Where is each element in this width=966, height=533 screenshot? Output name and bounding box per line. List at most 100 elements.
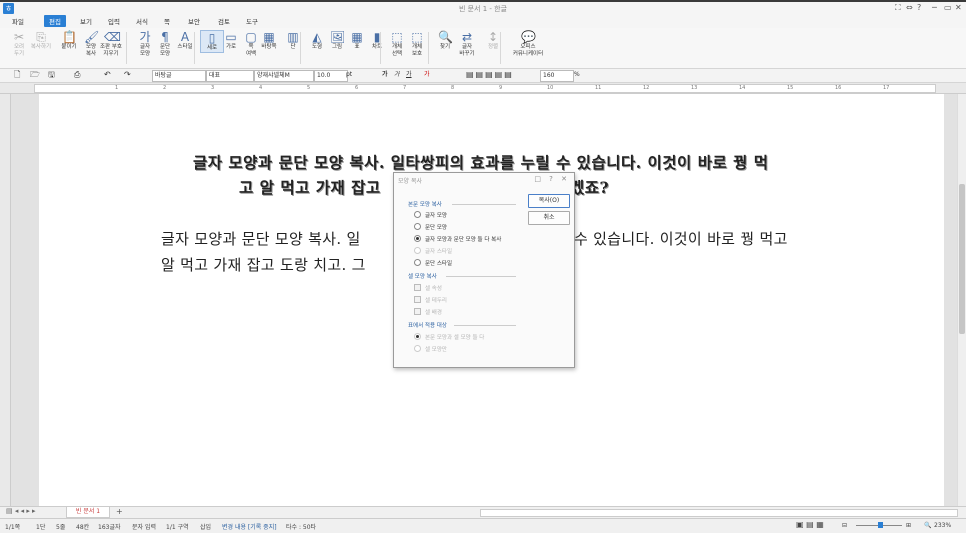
ribbon-icon-9: ▭: [225, 30, 237, 44]
dialog-controls[interactable]: □ ? ✕: [534, 175, 570, 183]
ribbon-label-5: 글자 모양: [139, 44, 151, 57]
menu-format[interactable]: 서식: [136, 16, 148, 26]
vertical-scrollbar[interactable]: [957, 94, 966, 506]
maximize-icon[interactable]: ▭: [944, 3, 952, 12]
menu-edit[interactable]: 편집: [44, 15, 66, 27]
ribbon-button-20[interactable]: ⇄ 글자 바꾸기: [456, 30, 478, 58]
option-para-style[interactable]: 문단 스타일: [414, 259, 452, 267]
status-insert[interactable]: 삽입: [200, 522, 211, 531]
menu-page[interactable]: 쪽: [164, 16, 170, 26]
underline-button[interactable]: 가: [406, 70, 412, 80]
menu-review[interactable]: 검토: [218, 16, 230, 26]
radio-icon[interactable]: [414, 247, 421, 254]
close-icon[interactable]: ✕: [955, 3, 962, 12]
tab-document[interactable]: 빈 문서 1: [66, 507, 110, 518]
bold-button[interactable]: 가: [382, 70, 388, 80]
ribbon-button-18[interactable]: ⬚ 개체 보호: [406, 30, 428, 58]
save-icon[interactable]: 🖫: [48, 70, 55, 80]
ribbon-icon-22: 💬: [521, 30, 536, 44]
ribbon-button-6[interactable]: ¶ 문단 모양: [154, 30, 176, 58]
status-track-changes[interactable]: 변경 내용 [기록 중지]: [222, 522, 277, 531]
radio-selected-icon[interactable]: [414, 235, 421, 242]
ribbon-button-9[interactable]: ▭ 가로: [220, 30, 242, 51]
option-cell-props[interactable]: 셀 속성: [414, 284, 442, 292]
ribbon-label-13: 도형: [311, 44, 323, 50]
italic-button[interactable]: 가: [394, 70, 400, 80]
font-size-input[interactable]: 10.0: [314, 70, 348, 82]
cancel-button[interactable]: 취소: [528, 211, 570, 225]
ribbon-label-15: 표: [354, 44, 360, 50]
ribbon-button-0[interactable]: ✂ 오려 두기: [8, 30, 30, 58]
font-color-button[interactable]: 가: [424, 70, 430, 80]
ribbon-button-19[interactable]: 🔍 찾기: [434, 30, 456, 51]
menu-file[interactable]: 파일: [12, 16, 24, 26]
option-cell-bg[interactable]: 셀 배경: [414, 308, 442, 316]
zoom-level[interactable]: 233%: [934, 522, 951, 529]
scrollbar-thumb[interactable]: [959, 184, 965, 334]
radio-icon[interactable]: [414, 345, 421, 352]
print-icon[interactable]: ⎙: [74, 70, 80, 80]
style-select[interactable]: 바탕글: [152, 70, 206, 82]
option-char-style[interactable]: 글자 스타일: [414, 247, 452, 255]
option-cell-border[interactable]: 셀 테두리: [414, 296, 447, 304]
option-cell-only[interactable]: 셀 모양만: [414, 345, 447, 353]
ribbon-button-22[interactable]: 💬 오피스 커뮤니케이터: [508, 30, 548, 58]
status-input-mode[interactable]: 문자 입력: [132, 522, 156, 531]
menu-insert[interactable]: 입력: [108, 16, 120, 26]
ribbon-button-17[interactable]: ⬚ 개체 선택: [386, 30, 408, 58]
minimize-icon[interactable]: ─: [932, 3, 937, 12]
checkbox-icon[interactable]: [414, 296, 421, 303]
menu-security[interactable]: 보안: [188, 16, 200, 26]
ribbon-button-3[interactable]: 🖌 모양 복사: [80, 30, 102, 58]
fullscreen-icon[interactable]: ⛶: [895, 3, 901, 13]
ribbon-button-7[interactable]: A 스타일: [174, 30, 196, 51]
zoom-magnifier-icon[interactable]: 🔍: [924, 522, 931, 529]
tab-nav-icon[interactable]: ▤ ◂ ◂ ▸ ▸: [6, 507, 36, 515]
copy-button[interactable]: 복사(O): [528, 194, 570, 208]
ruler-number: 2: [163, 85, 167, 91]
vertical-ruler[interactable]: [0, 94, 11, 506]
undo-icon[interactable]: ↶: [104, 70, 111, 80]
menu-tools[interactable]: 도구: [246, 16, 258, 26]
ribbon-button-4[interactable]: ⌫ 조판 부호 지우기: [100, 30, 122, 58]
ribbon-button-14[interactable]: 🖼 그림: [326, 30, 348, 51]
option-both[interactable]: 글자 모양과 문단 모양 둘 다 복사: [414, 235, 501, 243]
open-icon[interactable]: 🗁: [30, 70, 40, 80]
zoom-out-icon[interactable]: ⊟: [842, 522, 847, 529]
menu-view[interactable]: 보기: [80, 16, 92, 26]
ribbon-button-1[interactable]: ⎘ 복사하기: [30, 30, 52, 51]
option-body-and-cell[interactable]: 본문 모양과 셀 모양 둘 다: [414, 333, 484, 341]
redo-icon[interactable]: ↷: [124, 70, 131, 80]
align-buttons[interactable]: ▤▤▤▤▤: [466, 70, 514, 80]
radio-icon[interactable]: [414, 223, 421, 230]
ribbon-button-11[interactable]: ▦ 바탕쪽: [258, 30, 280, 51]
ruler-number: 17: [883, 85, 890, 91]
new-doc-icon[interactable]: 🗋: [14, 70, 20, 80]
ribbon-button-5[interactable]: 가 글자 모양: [134, 30, 156, 58]
checkbox-icon[interactable]: [414, 284, 421, 291]
font-select[interactable]: 양재샤넬체M: [254, 70, 314, 82]
status-bar: 1/1쪽 1단 5줄 48칸 163글자 문자 입력 1/1 구역 삽입 변경 …: [0, 518, 966, 533]
horizontal-scrollbar[interactable]: [480, 509, 958, 517]
ribbon-button-15[interactable]: ▦ 표: [346, 30, 368, 51]
view-mode-icons[interactable]: ▣ ▤ ▦: [796, 520, 824, 529]
font-unit-select[interactable]: pt: [346, 70, 352, 80]
option-para-shape[interactable]: 문단 모양: [414, 223, 447, 231]
radio-selected-icon[interactable]: [414, 333, 421, 340]
horizontal-ruler[interactable]: 1 2 3 4 5 6 7 8 9 10 11 12 13 14 15 16 17: [0, 83, 966, 94]
add-tab-button[interactable]: +: [116, 507, 123, 516]
language-select[interactable]: 대표: [206, 70, 254, 82]
swap-icon[interactable]: ⇔: [906, 3, 913, 12]
radio-icon[interactable]: [414, 211, 421, 218]
radio-icon[interactable]: [414, 259, 421, 266]
zoom-slider-thumb[interactable]: [878, 522, 883, 528]
ribbon-button-2[interactable]: 📋 붙이기: [58, 30, 80, 51]
checkbox-icon[interactable]: [414, 308, 421, 315]
zoom-input[interactable]: 160: [540, 70, 574, 82]
zoom-in-icon[interactable]: ⊞: [906, 522, 911, 529]
ribbon-button-16[interactable]: ▮ 차트: [366, 30, 388, 51]
help-icon[interactable]: ?: [917, 3, 921, 12]
ribbon-button-13[interactable]: ◭ 도형: [306, 30, 328, 51]
ribbon-icon-20: ⇄: [461, 30, 473, 44]
option-char-shape[interactable]: 글자 모양: [414, 211, 447, 219]
